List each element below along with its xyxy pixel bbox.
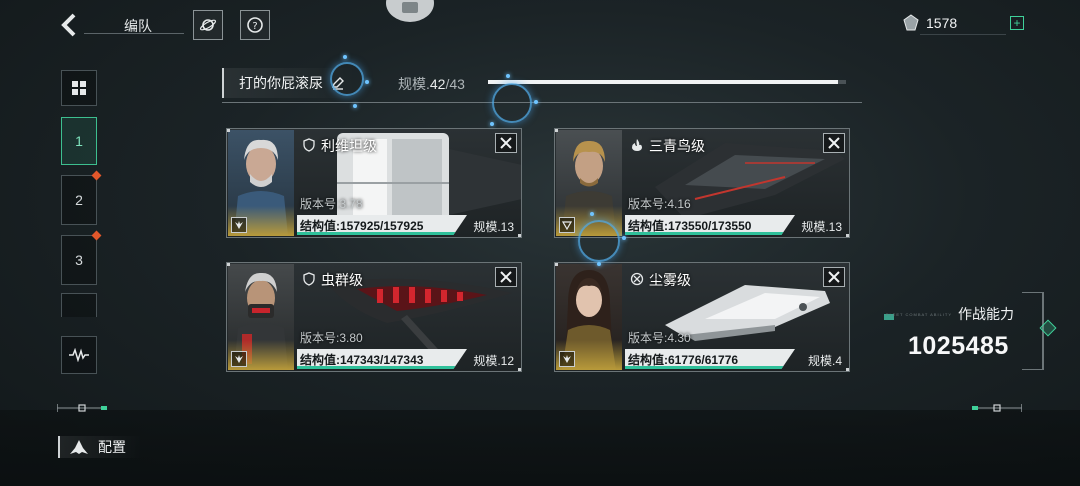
notify-dot (91, 230, 102, 241)
help-icon: ? (247, 17, 263, 33)
rail-fleet-3[interactable]: 3 (61, 230, 102, 285)
ship-name: 利维坦级 (321, 138, 377, 154)
wings-icon (559, 351, 575, 367)
close-icon (500, 137, 512, 149)
shield-icon (303, 272, 315, 286)
remove-ship-button[interactable] (495, 133, 517, 153)
flame-icon (632, 139, 642, 151)
rail-fleet-2-label: 2 (75, 192, 83, 208)
back-arrow-icon (61, 13, 76, 37)
triangle-icon (559, 217, 575, 233)
close-icon (500, 271, 512, 283)
svg-text:?: ? (252, 21, 257, 32)
shield-icon (303, 138, 315, 152)
fleet-header: 打的你屁滚尿 规模.42/43 (222, 68, 862, 104)
camera-toggle[interactable] (386, 0, 434, 22)
fleet-scale-fill (488, 80, 838, 84)
grid-icon (72, 81, 86, 95)
rail-fleet-3-label: 3 (75, 252, 83, 268)
sparkle (343, 55, 347, 59)
bottom-panel (0, 410, 1080, 486)
sparkle (365, 80, 369, 84)
planet-icon (199, 19, 217, 31)
sparkle (490, 122, 494, 126)
camera-icon (402, 2, 418, 13)
structure-fill (625, 232, 795, 235)
fleet-name: 打的你屁滚尿 (239, 75, 323, 91)
fleet-config-icon (70, 440, 88, 454)
ship-scale: 规模.12 (473, 354, 514, 368)
structure-bar: 结构值:147343/147343 (297, 349, 467, 369)
config-label: 配置 (98, 439, 126, 455)
tutorial-ring (492, 83, 532, 123)
rail-fleet-1-label: 1 (75, 133, 83, 149)
structure-fill (625, 366, 795, 369)
sparkle (534, 100, 538, 104)
sparkle (622, 236, 626, 240)
tutorial-ring (578, 220, 620, 262)
combat-power-label: 作战能力 (958, 306, 1014, 322)
help-button[interactable]: ? (240, 10, 270, 40)
structure-bar: 结构值:173550/173550 (625, 215, 795, 235)
ship-scale: 规模.13 (473, 220, 514, 234)
sparkle (597, 262, 601, 266)
sparkle (590, 212, 594, 216)
currency-display: 1578 + (902, 13, 1024, 35)
captain-portrait (228, 130, 294, 236)
rail-fleet-2[interactable]: 2 (61, 170, 102, 225)
remove-ship-button[interactable] (823, 267, 845, 287)
tutorial-ring (330, 62, 364, 96)
close-icon (828, 137, 840, 149)
structure-fill (297, 366, 467, 369)
combat-power-sublabel: FLEET COMBAT ABILITY (886, 312, 953, 317)
back-button[interactable] (56, 10, 84, 40)
structure-bar: 结构值:61776/61776 (625, 349, 795, 369)
captain-portrait (556, 264, 622, 370)
rail-stats-button[interactable] (61, 336, 97, 374)
ship-version: 版本号:4.16 (628, 197, 691, 211)
waveform-icon (69, 348, 89, 362)
wings-icon (231, 351, 247, 367)
ship-name: 虫群级 (321, 272, 363, 288)
ship-name: 三青鸟级 (649, 138, 705, 154)
ship-scale: 规模.4 (807, 354, 842, 368)
captain-portrait (556, 130, 622, 236)
ship-version: 版本号:3.80 (300, 331, 363, 345)
wings-icon (231, 217, 247, 233)
planet-button[interactable] (193, 10, 223, 40)
slider-right-icon (972, 404, 1022, 412)
remove-ship-button[interactable] (823, 133, 845, 153)
captain-portrait (228, 264, 294, 370)
rail-fleet-4[interactable] (61, 293, 97, 317)
rail-overview-button[interactable] (61, 70, 97, 106)
sparkle (353, 104, 357, 108)
combat-power-panel: FLEET COMBAT ABILITY 作战能力 1025485 (880, 292, 1044, 370)
add-currency-button[interactable]: + (1010, 16, 1024, 30)
ship-card[interactable]: 利维坦级 版本号:3.78 结构值:157925/157925 规模.13 (226, 128, 522, 238)
currency-amount: 1578 (926, 15, 958, 31)
crosshair-icon (630, 272, 644, 286)
remove-ship-button[interactable] (495, 267, 517, 287)
notify-dot (91, 170, 102, 181)
rail-fleet-1[interactable]: 1 (61, 117, 97, 165)
sparkle (506, 74, 510, 78)
structure-fill (297, 232, 467, 235)
config-button[interactable]: 配置 (58, 436, 142, 458)
structure-bar: 结构值:157925/157925 (297, 215, 467, 235)
fleet-scale-bar (488, 80, 846, 84)
ship-name: 尘雾级 (649, 272, 691, 288)
ship-scale: 规模.13 (801, 220, 842, 234)
combat-power-value: 1025485 (908, 332, 1009, 360)
ship-version: 版本号:4.30 (628, 331, 691, 345)
ship-version: 版本号:3.78 (300, 197, 363, 211)
fleet-scale: 规模.42/43 (398, 76, 465, 92)
page-title: 编队 (124, 18, 152, 34)
ship-card[interactable]: 虫群级 版本号:3.80 结构值:147343/147343 规模.12 (226, 262, 522, 372)
slider-left-icon (57, 404, 107, 412)
gem-icon (903, 14, 919, 31)
ship-card[interactable]: 尘雾级 版本号:4.30 结构值:61776/61776 规模.4 (554, 262, 850, 372)
close-icon (828, 271, 840, 283)
